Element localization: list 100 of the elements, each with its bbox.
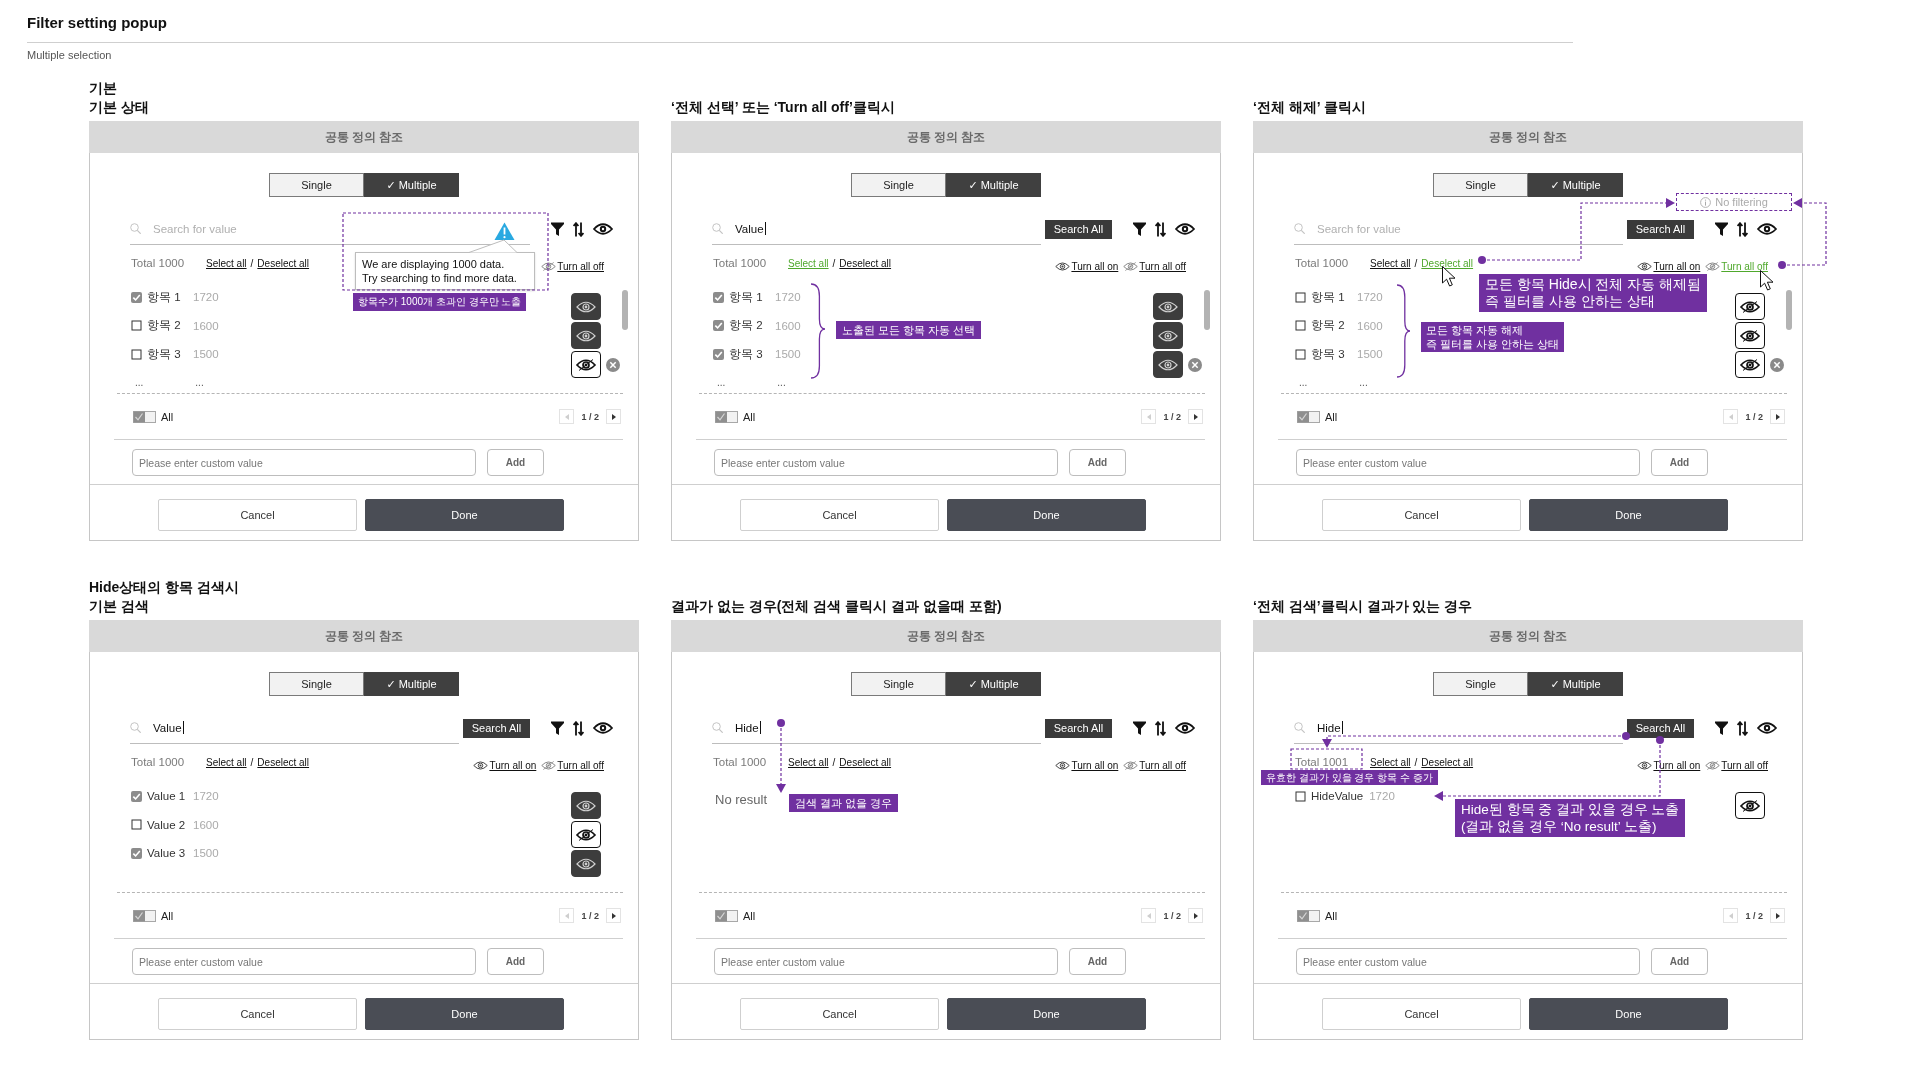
mode-tab[interactable]: Single [1433,173,1528,197]
cancel-button[interactable]: Cancel [158,499,357,531]
sort-icon[interactable] [1155,221,1166,237]
turn-all-off-link[interactable]: Turn all off [1123,759,1186,771]
eye-icon[interactable] [1175,722,1195,734]
turn-all-on-link[interactable]: Turn all on [1637,759,1701,771]
next-page-button[interactable] [1188,409,1203,424]
sort-icon[interactable] [1155,720,1166,736]
mode-tab[interactable]: ✓ Multiple [1528,173,1623,197]
search-input[interactable]: Value [735,222,764,235]
checkbox[interactable] [131,847,142,859]
cancel-button[interactable]: Cancel [158,998,357,1030]
visibility-toggle-button[interactable] [1735,792,1765,819]
eye-icon[interactable] [1175,223,1195,235]
select-all-link[interactable]: Select all [788,756,829,768]
next-page-button[interactable] [1188,908,1203,923]
eye-icon[interactable] [1757,223,1777,235]
search-all-button[interactable]: Search All [1045,219,1112,239]
search-input[interactable]: Value [153,721,182,734]
toggle-switch[interactable] [1297,410,1320,423]
scrollbar-thumb[interactable] [622,290,628,330]
visibility-toggle-button[interactable] [1153,351,1183,378]
cancel-button[interactable]: Cancel [740,998,939,1030]
checkbox[interactable] [1295,291,1306,303]
search-all-button[interactable]: Search All [463,718,530,738]
visibility-toggle-button[interactable] [1735,322,1765,349]
visibility-toggle-button[interactable] [1153,322,1183,349]
filter-icon[interactable] [551,222,564,236]
turn-all-on-link[interactable]: Turn all on [1055,759,1119,771]
custom-value-input[interactable]: Please enter custom value [132,449,476,476]
select-all-link[interactable]: Select all [1370,257,1411,269]
close-icon[interactable] [1770,357,1784,372]
filter-icon[interactable] [1715,222,1728,236]
eye-icon[interactable] [1757,722,1777,734]
scrollbar-thumb[interactable] [1786,290,1792,330]
next-page-button[interactable] [606,908,621,923]
turn-all-off-link[interactable]: Turn all off [1123,260,1186,272]
select-all-link[interactable]: Select all [206,257,247,269]
next-page-button[interactable] [606,409,621,424]
select-all-link[interactable]: Select all [1370,756,1411,768]
next-page-button[interactable] [1770,908,1785,923]
done-button[interactable]: Done [947,998,1146,1030]
cancel-button[interactable]: Cancel [740,499,939,531]
deselect-all-link[interactable]: Deselect all [257,257,310,269]
filter-icon[interactable] [1133,721,1146,735]
done-button[interactable]: Done [947,499,1146,531]
mode-tab[interactable]: ✓ Multiple [1528,672,1623,696]
visibility-toggle-button[interactable] [571,850,601,877]
filter-icon[interactable] [1715,721,1728,735]
custom-value-input[interactable]: Please enter custom value [714,449,1058,476]
deselect-all-link[interactable]: Deselect all [1421,756,1474,768]
turn-all-on-link[interactable]: Turn all on [1637,260,1701,272]
checkbox[interactable] [131,320,142,332]
toggle-switch[interactable] [715,410,738,423]
add-button[interactable]: Add [1651,449,1708,476]
cancel-button[interactable]: Cancel [1322,998,1521,1030]
select-all-link[interactable]: Select all [206,756,247,768]
mode-tab[interactable]: Single [851,173,946,197]
visibility-toggle-button[interactable] [1735,351,1765,378]
search-input[interactable]: Search for value [1317,222,1401,235]
turn-all-on-link[interactable]: Turn all on [473,759,537,771]
search-all-button[interactable]: Search All [1627,219,1694,239]
sort-icon[interactable] [573,221,584,237]
custom-value-input[interactable]: Please enter custom value [1296,948,1640,975]
mode-tab[interactable]: ✓ Multiple [946,672,1041,696]
checkbox[interactable] [1295,348,1306,360]
custom-value-input[interactable]: Please enter custom value [714,948,1058,975]
mode-tab[interactable]: ✓ Multiple [364,672,459,696]
search-input[interactable]: Hide [735,721,759,734]
custom-value-input[interactable]: Please enter custom value [1296,449,1640,476]
visibility-toggle-button[interactable] [571,351,601,378]
add-button[interactable]: Add [487,449,544,476]
deselect-all-link[interactable]: Deselect all [839,756,892,768]
add-button[interactable]: Add [1069,449,1126,476]
toggle-switch[interactable] [715,909,738,922]
turn-all-off-link[interactable]: Turn all off [541,759,604,771]
mode-tab[interactable]: ✓ Multiple [364,173,459,197]
checkbox[interactable] [1295,320,1306,332]
mode-tab[interactable]: Single [1433,672,1528,696]
scrollbar-thumb[interactable] [1204,290,1210,330]
visibility-toggle-button[interactable] [1735,293,1765,320]
filter-icon[interactable] [1133,222,1146,236]
custom-value-input[interactable]: Please enter custom value [132,948,476,975]
mode-tab[interactable]: ✓ Multiple [946,173,1041,197]
mode-tab[interactable]: Single [269,672,364,696]
checkbox[interactable] [713,348,724,360]
turn-all-off-link[interactable]: Turn all off [1705,759,1768,771]
visibility-toggle-button[interactable] [571,792,601,819]
deselect-all-link[interactable]: Deselect all [257,756,310,768]
sort-icon[interactable] [1737,720,1748,736]
add-button[interactable]: Add [1651,948,1708,975]
sort-icon[interactable] [573,720,584,736]
done-button[interactable]: Done [1529,998,1728,1030]
visibility-toggle-button[interactable] [571,322,601,349]
checkbox[interactable] [131,348,142,360]
checkbox[interactable] [131,291,142,303]
toggle-switch[interactable] [133,410,156,423]
toggle-switch[interactable] [133,909,156,922]
done-button[interactable]: Done [365,499,564,531]
checkbox[interactable] [131,819,142,831]
